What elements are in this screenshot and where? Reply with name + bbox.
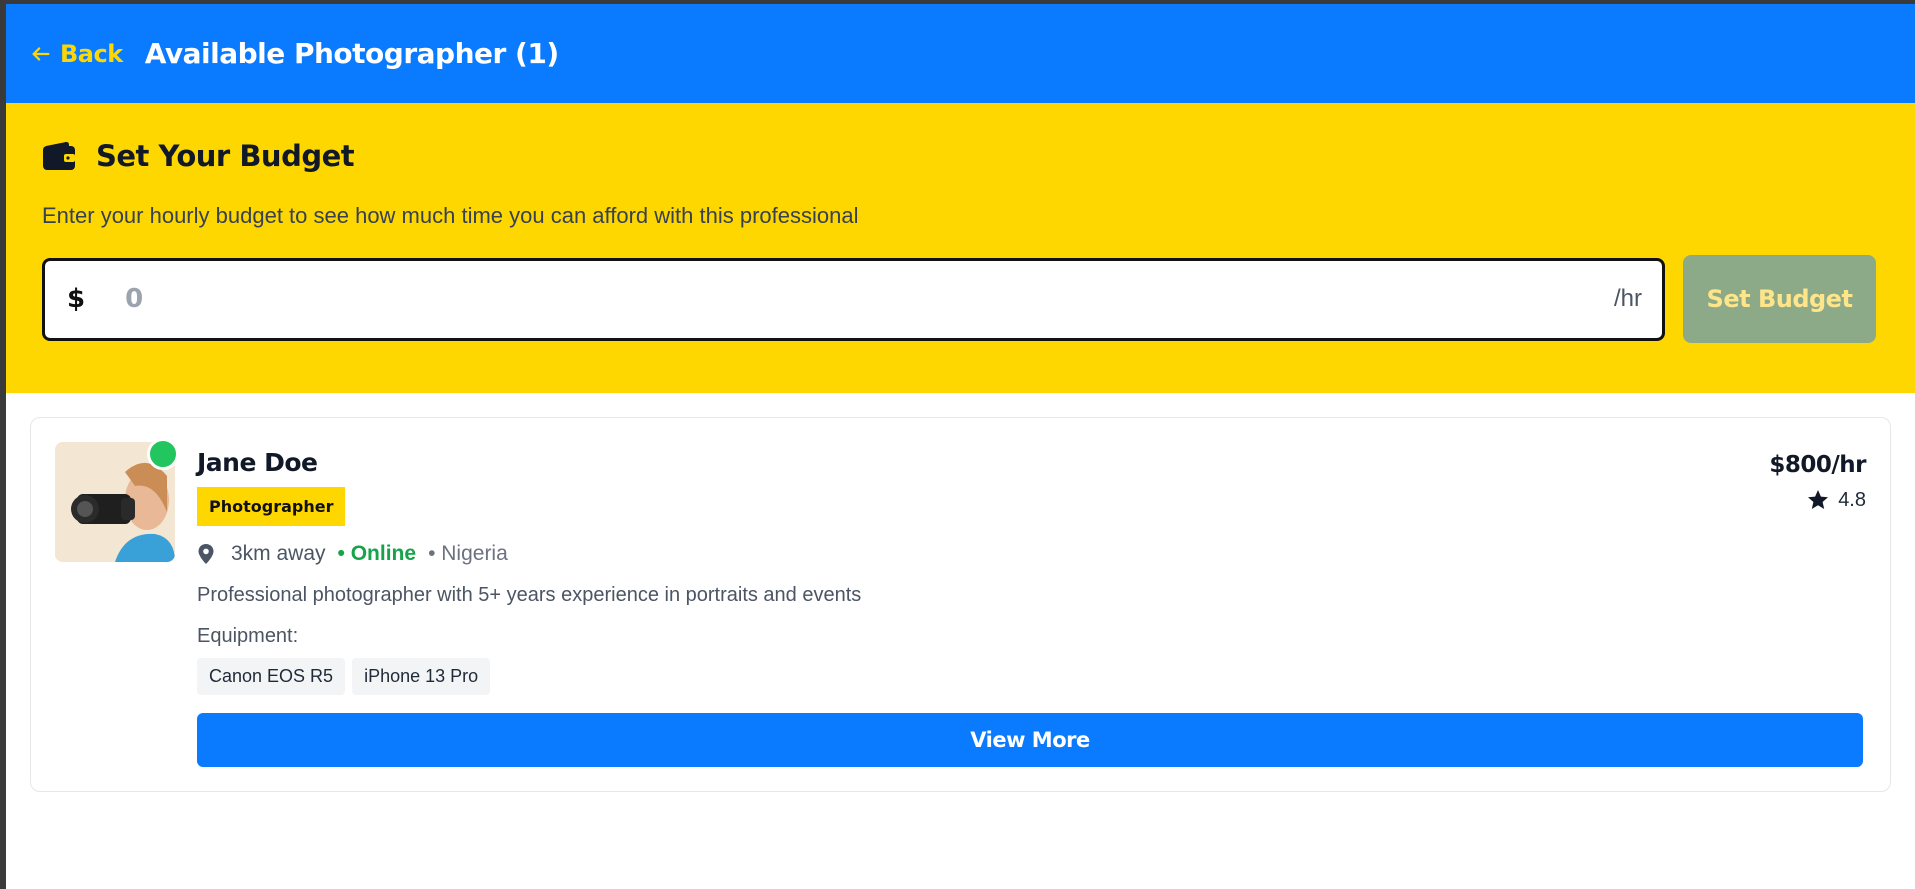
country-text: • Nigeria: [428, 542, 508, 565]
equipment-tag: iPhone 13 Pro: [352, 658, 491, 695]
wallet-icon: [43, 141, 75, 170]
currency-symbol: $: [67, 284, 86, 314]
budget-panel: Set Your Budget Enter your hourly budget…: [6, 103, 1915, 393]
photographer-name: Jane Doe: [197, 448, 318, 477]
photographer-card: Jane Doe Photographer 3km away • Online …: [30, 417, 1891, 792]
budget-amount-field[interactable]: $ /hr: [42, 257, 1665, 341]
top-bar: Back Available Photographer (1): [6, 4, 1915, 103]
photographer-description: Professional photographer with 5+ years …: [197, 584, 862, 606]
star-icon: [1808, 490, 1829, 509]
budget-title: Set Your Budget: [96, 139, 355, 173]
rate-unit: /hr: [1613, 285, 1642, 312]
hourly-rate: $800/hr: [1769, 452, 1866, 478]
photographer-meta: 3km away • Online • Nigeria: [197, 542, 1866, 566]
rating: 4.8: [1769, 488, 1866, 512]
rating-value: 4.8: [1838, 488, 1866, 511]
avatar-container: [55, 438, 179, 562]
back-label: Back: [60, 39, 123, 68]
view-more-button[interactable]: View More: [197, 713, 1863, 767]
set-budget-button[interactable]: Set Budget: [1683, 255, 1876, 343]
budget-header: Set Your Budget: [42, 139, 1885, 173]
budget-amount-input[interactable]: [125, 284, 1614, 314]
app-window: Back Available Photographer (1) Set Your…: [6, 4, 1915, 889]
equipment-tag: Canon EOS R5: [197, 658, 346, 695]
equipment-label: Equipment:: [197, 625, 299, 647]
photographer-list: Jane Doe Photographer 3km away • Online …: [6, 393, 1915, 792]
role-badge: Photographer: [197, 487, 346, 526]
distance-text: 3km away: [231, 542, 326, 565]
arrow-left-icon: [32, 46, 50, 61]
budget-description: Enter your hourly budget to see how much…: [42, 203, 859, 228]
budget-form: $ /hr Set Budget: [42, 255, 1885, 343]
back-button[interactable]: Back: [30, 40, 123, 68]
online-status-text: • Online: [337, 542, 417, 565]
photographer-info: Jane Doe Photographer 3km away • Online …: [197, 442, 1866, 791]
map-pin-icon: [198, 544, 214, 564]
price-rating: $800/hr 4.8: [1769, 452, 1866, 512]
page-title: Available Photographer (1): [144, 37, 559, 70]
equipment-tags: Canon EOS R5 iPhone 13 Pro: [197, 658, 1866, 695]
online-status-indicator: [147, 438, 179, 470]
